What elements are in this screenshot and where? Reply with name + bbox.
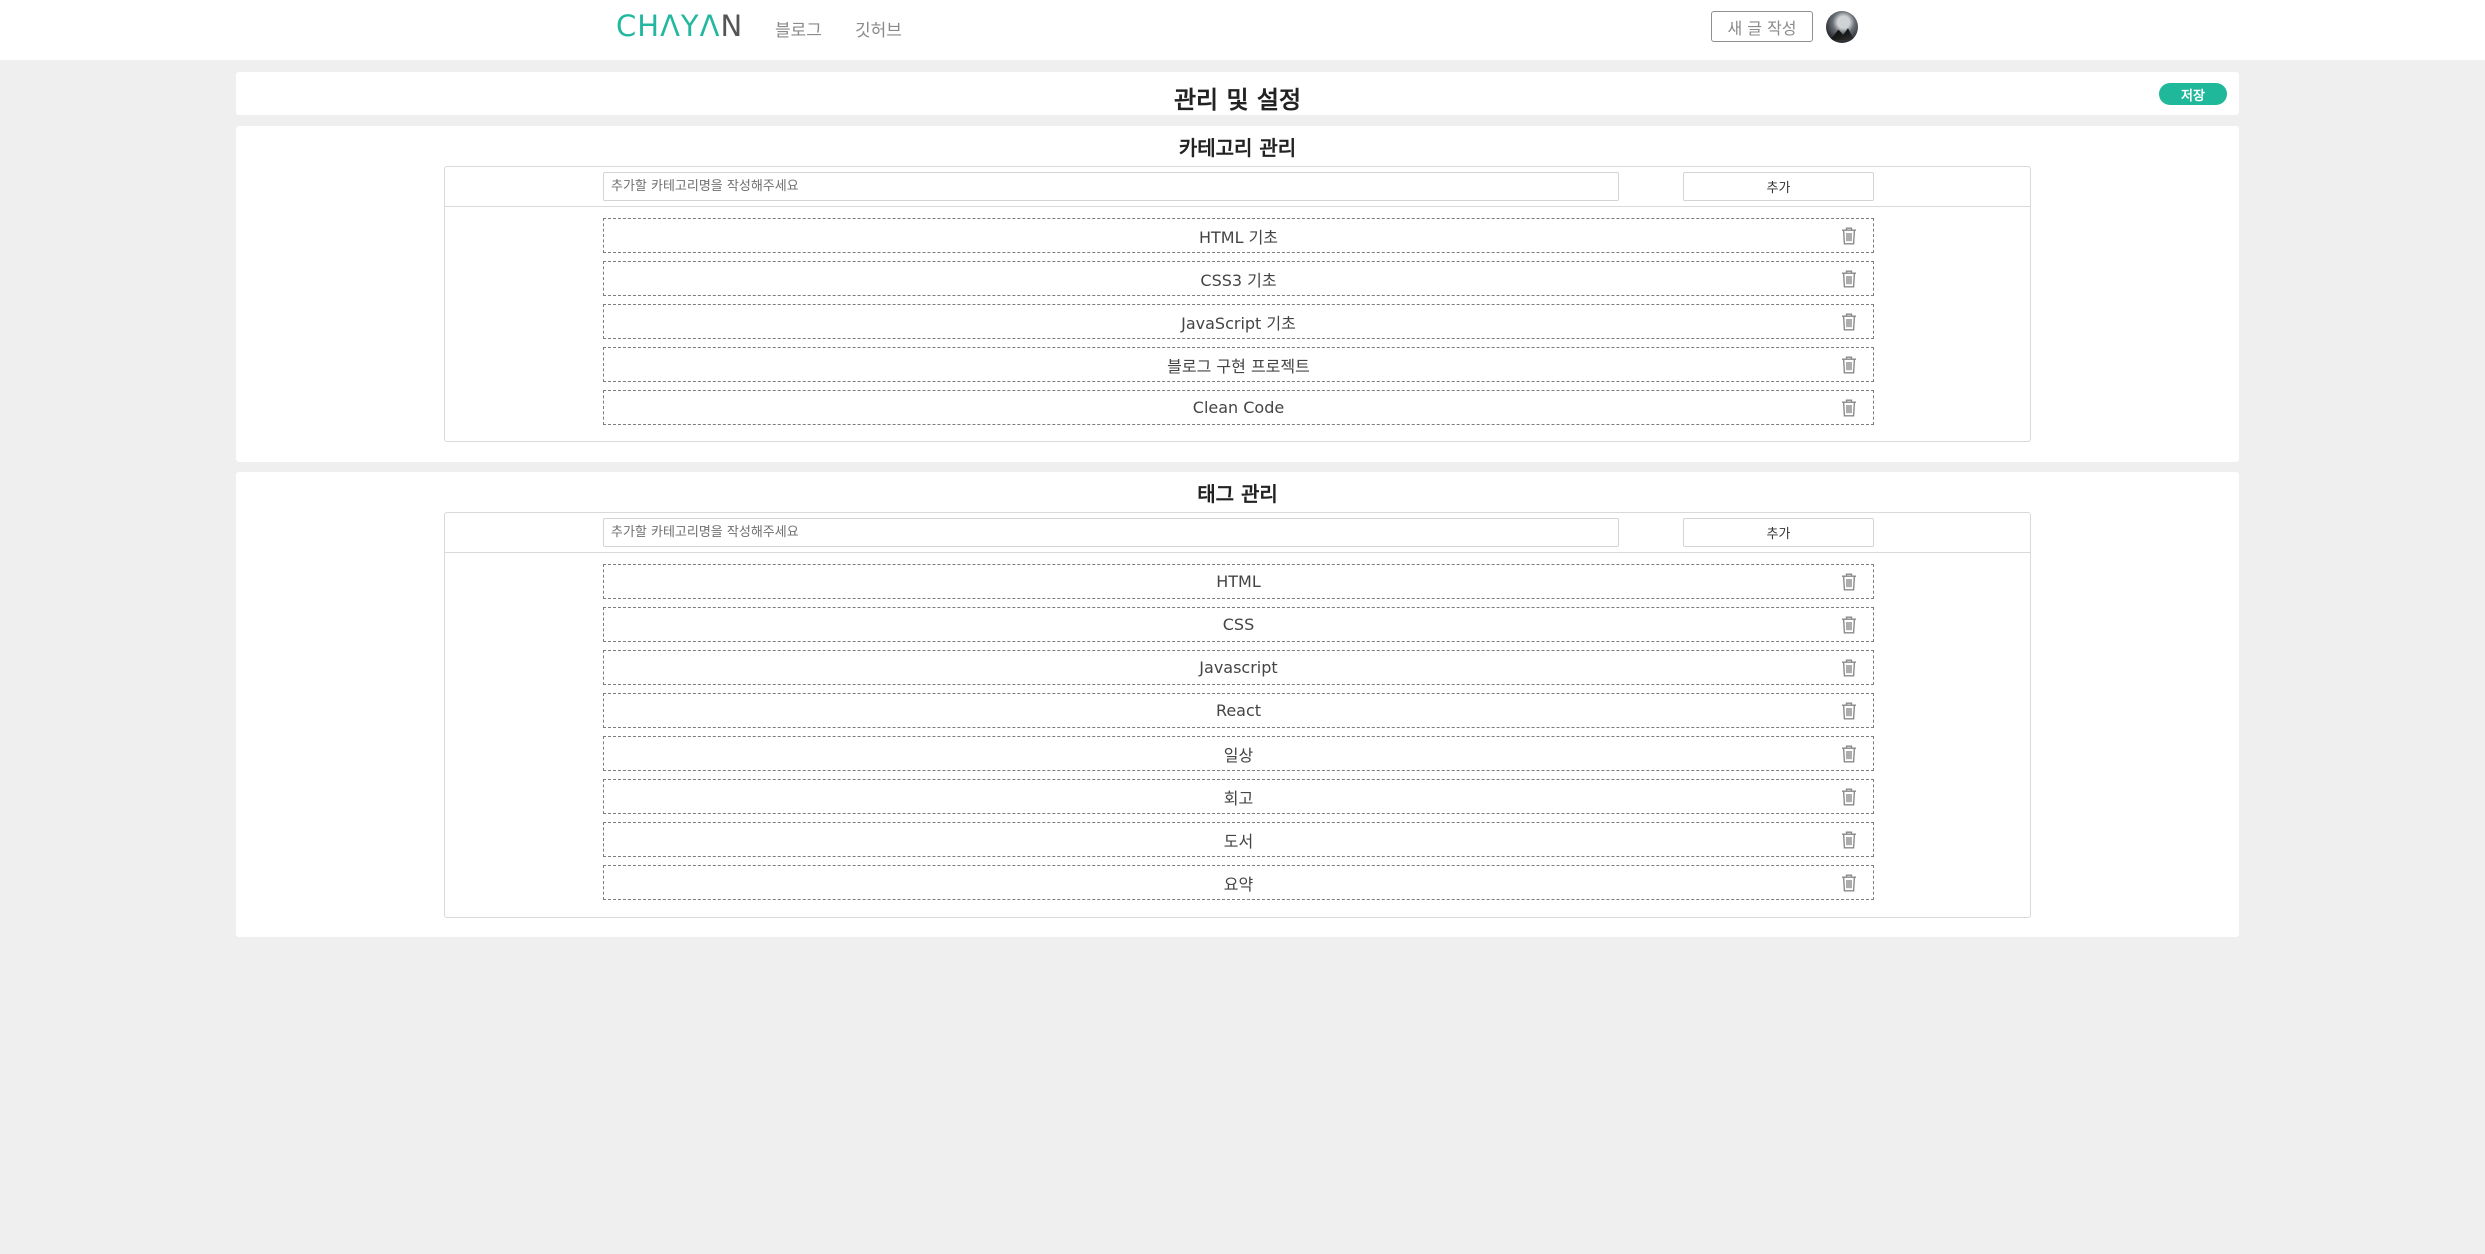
trash-icon[interactable] <box>1841 788 1857 806</box>
trash-icon[interactable] <box>1841 573 1857 591</box>
trash-icon[interactable] <box>1841 874 1857 892</box>
category-item-label: 블로그 구현 프로젝트 <box>1167 356 1310 376</box>
tag-name-input[interactable] <box>603 518 1619 547</box>
tag-list-item: 요약 <box>603 865 1874 900</box>
settings-title-bar: 관리 및 설정 저장 <box>236 72 2239 115</box>
logo-text-ch: CH <box>616 9 661 43</box>
logo-text-lambda-2: Λ <box>699 9 721 43</box>
tag-list-item: CSS <box>603 607 1874 642</box>
nav-link-blog[interactable]: 블로그 <box>775 16 822 41</box>
tag-input-row: 추가 <box>445 513 2030 553</box>
tag-list-item: 도서 <box>603 822 1874 857</box>
tag-section-title: 태그 관리 <box>1197 482 1278 506</box>
category-item-label: JavaScript 기초 <box>1181 313 1296 333</box>
nav-link-github[interactable]: 깃허브 <box>855 16 902 41</box>
trash-icon[interactable] <box>1841 227 1857 245</box>
save-button[interactable]: 저장 <box>2159 83 2227 105</box>
tag-item-label: 요약 <box>1223 874 1254 894</box>
trash-icon[interactable] <box>1841 270 1857 288</box>
category-list: HTML 기초 CSS3 기초 JavaScript 기초블로그 구현 프로젝트 Cl… <box>603 218 1874 433</box>
trash-icon[interactable] <box>1841 831 1857 849</box>
category-input-row: 추가 <box>445 167 2030 207</box>
tag-list-item: Javascript <box>603 650 1874 685</box>
logo-text-y: Y <box>680 9 700 43</box>
tag-list-item: 회고 <box>603 779 1874 814</box>
tag-item-label: 회고 <box>1223 788 1254 808</box>
chayan-logo[interactable]: CH Λ Y Λ N <box>616 9 744 43</box>
category-management-section: 카테고리 관리 추가 HTML 기초 CSS3 기초 JavaScript 기초블로… <box>236 126 2239 462</box>
logo-text-n: N <box>720 9 744 43</box>
tag-item-label: CSS <box>1222 615 1255 634</box>
new-post-button[interactable]: 새 글 작성 <box>1711 11 1813 42</box>
category-list-item: Clean Code <box>603 390 1874 425</box>
tag-list-item: 일상 <box>603 736 1874 771</box>
trash-icon[interactable] <box>1841 313 1857 331</box>
trash-icon[interactable] <box>1841 702 1857 720</box>
category-section-title: 카테고리 관리 <box>1178 136 1297 160</box>
trash-icon[interactable] <box>1841 659 1857 677</box>
category-item-label: HTML 기초 <box>1198 227 1279 247</box>
category-list-item: 블로그 구현 프로젝트 <box>603 347 1874 382</box>
trash-icon[interactable] <box>1841 356 1857 374</box>
tag-item-label: 일상 <box>1223 745 1254 765</box>
category-list-item: HTML 기초 <box>603 218 1874 253</box>
tag-list-item: HTML <box>603 564 1874 599</box>
category-item-label: Clean Code <box>1192 398 1285 417</box>
tag-list-item: React <box>603 693 1874 728</box>
page-title: 관리 및 설정 <box>1173 86 1302 114</box>
trash-icon[interactable] <box>1841 399 1857 417</box>
tag-list: HTML CSS Javascript React 일상회고도서요약 <box>603 564 1874 908</box>
add-category-button[interactable]: 추가 <box>1683 172 1874 201</box>
logo-text-lambda-1: Λ <box>660 9 681 43</box>
trash-icon[interactable] <box>1841 616 1857 634</box>
tag-item-label: Javascript <box>1199 658 1278 677</box>
category-box: 추가 HTML 기초 CSS3 기초 JavaScript 기초블로그 구현 프로젝… <box>444 166 2031 442</box>
category-name-input[interactable] <box>603 172 1619 201</box>
tag-item-label: HTML <box>1216 572 1261 591</box>
tag-item-label: React <box>1215 701 1262 720</box>
tag-box: 추가 HTML CSS Javascript React 일상회고도서요약 <box>444 512 2031 918</box>
category-list-item: CSS3 기초 <box>603 261 1874 296</box>
add-tag-button[interactable]: 추가 <box>1683 518 1874 547</box>
top-navigation-bar: CH Λ Y Λ N 블로그 깃허브 새 글 작성 <box>0 0 2485 60</box>
tag-management-section: 태그 관리 추가 HTML CSS Javascript React 일상회고도서요약 <box>236 472 2239 937</box>
category-item-label: CSS3 기초 <box>1200 270 1277 290</box>
trash-icon[interactable] <box>1841 745 1857 763</box>
tag-item-label: 도서 <box>1223 831 1254 851</box>
category-list-item: JavaScript 기초 <box>603 304 1874 339</box>
avatar[interactable] <box>1826 11 1858 43</box>
